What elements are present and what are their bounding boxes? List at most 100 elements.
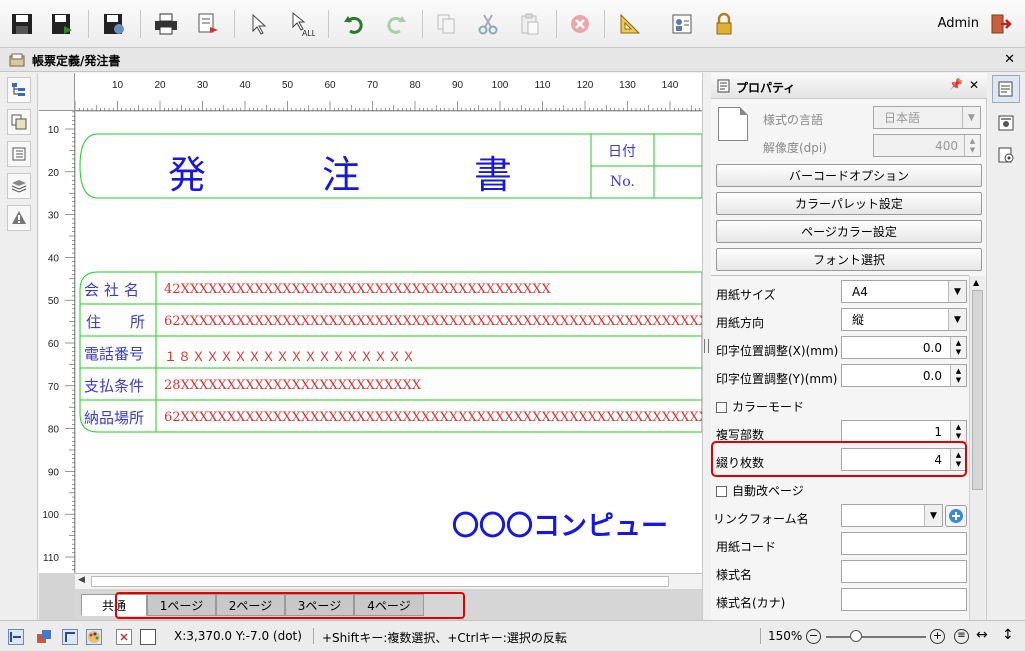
paper-code-field[interactable] [841, 532, 967, 555]
logout-icon[interactable] [982, 6, 1018, 42]
align-left-icon[interactable] [8, 629, 24, 645]
close-panel-icon[interactable]: ✕ [969, 78, 979, 92]
chevron-down-icon[interactable]: ▼ [948, 281, 966, 302]
zoom-in-icon[interactable]: + [930, 629, 945, 644]
auto-page-break-checkbox[interactable] [716, 486, 727, 497]
style-name-field[interactable] [841, 560, 967, 583]
page-color-button[interactable]: ページカラー設定 [716, 220, 982, 243]
style-name-kana-field[interactable] [841, 588, 967, 611]
font-select-button[interactable]: フォント選択 [716, 248, 982, 271]
select-all-icon[interactable]: ALL [284, 6, 320, 42]
tree-view-icon[interactable] [7, 77, 31, 103]
scroll-left-icon[interactable]: ◀ [78, 575, 85, 585]
phone-field[interactable]: １８ＸＸＸＸＸＸＸＸＸＸＸＸＸＸＸＸ [164, 346, 416, 365]
offset-x-spinner[interactable]: ▲ ▼ [950, 337, 966, 358]
style-document-icon [718, 107, 748, 141]
company-name-text[interactable]: 〇〇〇コンピュー [452, 504, 668, 543]
orientation-select[interactable]: 縦 ▼ [841, 308, 967, 331]
user-card-icon[interactable] [664, 6, 700, 42]
link-form-add-button[interactable] [945, 505, 967, 527]
chevron-down-icon[interactable]: ▼ [948, 309, 966, 330]
h-ruler-label: 80 [409, 80, 421, 91]
list-view-icon[interactable] [7, 141, 31, 167]
print-icon[interactable] [148, 6, 184, 42]
date-label[interactable]: 日付 [608, 141, 636, 161]
page-settings-icon[interactable] [992, 141, 1020, 169]
form-title-char-3[interactable]: 書 [474, 144, 512, 199]
offset-y-label: 印字位置調整(Y)(mm) [716, 372, 838, 386]
offset-y-spinner[interactable]: ▲ ▼ [950, 365, 966, 386]
redo-icon[interactable] [378, 6, 414, 42]
address-label[interactable]: 住 所 [86, 311, 152, 332]
lock-icon[interactable] [706, 6, 742, 42]
delivery-place-label[interactable]: 納品場所 [84, 407, 144, 428]
horizontal-scroll-thumb[interactable] [91, 576, 669, 587]
style-language-select[interactable]: 日本語 ▼ [873, 106, 981, 129]
phone-label[interactable]: 電話番号 [84, 343, 144, 364]
copies-field[interactable]: 1 ▲ ▼ [841, 420, 967, 443]
auto-page-break-option[interactable]: 自動改ページ [716, 482, 804, 499]
payment-terms-label[interactable]: 支払条件 [84, 375, 144, 396]
offset-x-field[interactable]: 0.0 ▲ ▼ [841, 336, 967, 359]
form-title-char-1[interactable]: 発 [168, 144, 206, 199]
layers-icon[interactable] [7, 173, 31, 199]
zoom-out-icon[interactable]: − [806, 629, 821, 644]
splitter-grip[interactable] [704, 339, 709, 353]
image-settings-icon[interactable] [992, 109, 1020, 137]
zoom-slider-track[interactable] [826, 630, 926, 642]
fit-width-icon[interactable]: ↔ [976, 627, 988, 643]
resolution-spinner[interactable]: ▲ ▼ [964, 135, 980, 156]
status-bar: X:3,370.0 Y:-7.0 (dot) +Shiftキー:複数選択、+Ct… [0, 620, 1025, 651]
delivery-place-field[interactable]: 62XXXXXXXXXXXXXXXXXXXXXXXXXXXXXXXXXXXXXX… [164, 410, 702, 425]
zoom-fit-icon[interactable]: ≡ [954, 629, 969, 644]
export-icon[interactable] [190, 6, 226, 42]
horizontal-scrollbar[interactable]: ◀ [75, 573, 702, 589]
close-document-icon[interactable]: ✕ [1004, 52, 1015, 67]
address-field[interactable]: 62XXXXXXXXXXXXXXXXXXXXXXXXXXXXXXXXXXXXXX… [164, 314, 702, 329]
offset-x-label: 印字位置調整(X)(mm) [716, 344, 839, 358]
panel-splitter[interactable] [702, 73, 711, 620]
delete-small-icon[interactable] [116, 629, 132, 645]
link-form-select[interactable]: ▼ [841, 504, 943, 527]
v-ruler-label: 60 [48, 339, 60, 350]
scroll-up-icon[interactable]: ▲ [973, 278, 979, 287]
paper-size-select[interactable]: A4 ▼ [841, 280, 967, 303]
color-mode-option[interactable]: カラーモード [716, 398, 804, 415]
undo-icon[interactable] [336, 6, 372, 42]
chevron-down-icon[interactable]: ▼ [962, 107, 980, 128]
fit-height-icon[interactable]: ↕ [1002, 627, 1014, 643]
payment-terms-field[interactable]: 28XXXXXXXXXXXXXXXXXXXXXXXXXX [164, 378, 421, 393]
zoom-slider-thumb[interactable] [850, 630, 862, 642]
object-icon[interactable] [36, 629, 52, 645]
snap-corner-icon[interactable] [62, 629, 78, 645]
form-title-char-2[interactable]: 注 [322, 144, 360, 199]
chevron-down-icon[interactable]: ▼ [924, 505, 942, 526]
copy-icon[interactable] [428, 6, 464, 42]
offset-y-field[interactable]: 0.0 ▲ ▼ [841, 364, 967, 387]
copies-spinner[interactable]: ▲ ▼ [950, 421, 966, 442]
properties-scroll-thumb[interactable] [972, 290, 983, 490]
company-name-label[interactable]: 会社名 [84, 279, 144, 300]
color-mode-checkbox[interactable] [716, 402, 727, 413]
h-ruler-label: 120 [577, 80, 594, 91]
barcode-options-button[interactable]: バーコードオプション [716, 164, 982, 187]
frame-toggle-checkbox[interactable] [140, 629, 156, 645]
properties-scrollbar[interactable]: ▲ [969, 276, 985, 620]
save-icon[interactable] [4, 6, 40, 42]
resolution-field[interactable]: 400 ▲ ▼ [873, 134, 981, 157]
select-pointer-icon[interactable] [242, 6, 278, 42]
save-as-icon[interactable] [44, 6, 80, 42]
company-name-field[interactable]: 42XXXXXXXXXXXXXXXXXXXXXXXXXXXXXXXXXXXXXX… [164, 282, 551, 297]
save-preview-icon[interactable] [96, 6, 132, 42]
delete-icon[interactable] [562, 6, 598, 42]
cut-icon[interactable] [470, 6, 506, 42]
paste-icon[interactable] [512, 6, 548, 42]
properties-tab-icon[interactable] [992, 75, 1020, 103]
pin-icon[interactable]: 📌 [949, 78, 963, 91]
color-palette-button[interactable]: カラーパレット設定 [716, 192, 982, 215]
warning-icon[interactable] [7, 205, 31, 231]
ruler-tool-icon[interactable] [612, 6, 648, 42]
copy-layer-icon[interactable] [7, 109, 31, 135]
palette-icon[interactable] [86, 629, 102, 645]
number-label[interactable]: No. [610, 174, 635, 190]
